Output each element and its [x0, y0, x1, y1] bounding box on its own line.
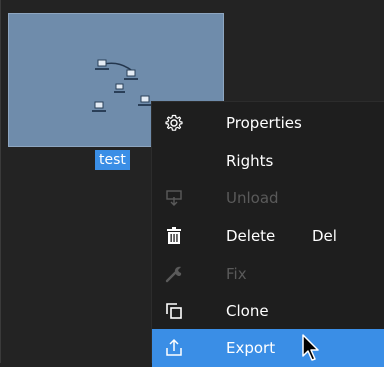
menu-item-properties[interactable]: Properties	[152, 104, 384, 142]
menu-item-fix[interactable]: Fix	[152, 255, 384, 293]
menu-item-label: Delete	[226, 227, 276, 245]
menu-item-label: Properties	[226, 114, 302, 132]
menu-item-shortcut: Del	[312, 227, 337, 245]
mouse-pointer-icon	[302, 334, 319, 361]
menu-item-label: Unload	[226, 189, 279, 207]
gear-icon	[164, 113, 184, 133]
wrench-icon	[164, 264, 184, 284]
menu-item-export[interactable]: Export	[152, 329, 384, 367]
unload-icon	[164, 188, 184, 208]
menu-item-unload[interactable]: Unload	[152, 179, 384, 217]
workspace: test Properties Rights Unload Delete Del…	[0, 0, 384, 367]
context-menu: Properties Rights Unload Delete Del Fix …	[151, 101, 384, 367]
clone-icon	[164, 301, 184, 321]
item-name-label[interactable]: test	[95, 150, 130, 170]
menu-item-label: Fix	[226, 265, 247, 283]
menu-item-label: Export	[226, 339, 276, 357]
menu-item-label: Clone	[226, 302, 269, 320]
trash-icon	[164, 226, 184, 246]
left-divider	[0, 0, 1, 363]
menu-item-clone[interactable]: Clone	[152, 292, 384, 330]
menu-item-rights[interactable]: Rights	[152, 142, 384, 180]
export-icon	[164, 338, 184, 358]
menu-item-label: Rights	[226, 152, 274, 170]
menu-item-delete[interactable]: Delete Del	[152, 217, 384, 255]
